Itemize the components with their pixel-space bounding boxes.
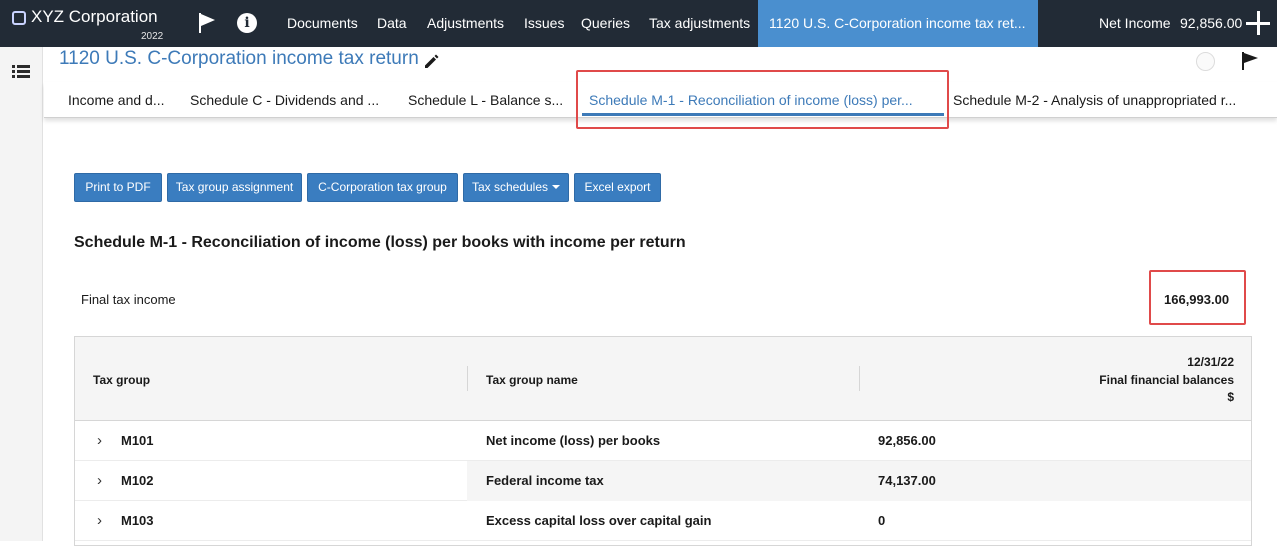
column-divider <box>467 366 468 391</box>
page-title: 1120 U.S. C-Corporation income tax retur… <box>59 48 419 69</box>
table-row[interactable]: › M103 Excess capital loss over capital … <box>75 501 1251 541</box>
company-name: XYZ Corporation <box>31 7 158 26</box>
excel-export-button[interactable]: Excel export <box>574 173 661 202</box>
tax-group-code: M101 <box>121 433 154 448</box>
company-icon <box>12 11 26 25</box>
page-title-area: 1120 U.S. C-Corporation income tax retur… <box>59 48 439 74</box>
add-icon[interactable] <box>1246 11 1270 35</box>
flag-icon[interactable] <box>197 12 217 34</box>
edit-pencil-icon[interactable] <box>423 52 441 70</box>
list-icon[interactable] <box>12 65 30 79</box>
table-row[interactable]: › M101 Net income (loss) per books 92,85… <box>75 421 1251 461</box>
column-header-currency: $ <box>1227 390 1234 404</box>
net-income-label: Net Income <box>1099 15 1171 31</box>
nav-data[interactable]: Data <box>377 0 407 47</box>
column-header-tax-group[interactable]: Tax group <box>93 373 150 387</box>
chevron-right-icon[interactable]: › <box>97 432 102 449</box>
tab-schedule-m2[interactable]: Schedule M-2 - Analysis of unappropriate… <box>953 92 1236 108</box>
chevron-right-icon[interactable]: › <box>97 472 102 489</box>
schedule-heading: Schedule M-1 - Reconciliation of income … <box>74 234 686 251</box>
tab-schedule-l[interactable]: Schedule L - Balance s... <box>408 92 563 108</box>
c-corporation-tax-group-button[interactable]: C-Corporation tax group <box>307 173 458 202</box>
table-header: Tax group Tax group name 12/31/22 Final … <box>75 337 1251 421</box>
nav-adjustments[interactable]: Adjustments <box>427 0 504 47</box>
tax-group-table: Tax group Tax group name 12/31/22 Final … <box>74 336 1252 546</box>
left-rail <box>0 47 43 541</box>
flag-icon[interactable] <box>1240 51 1260 71</box>
company-selector[interactable]: XYZ Corporation 2022 <box>10 7 170 43</box>
tax-group-value: 74,137.00 <box>878 473 936 488</box>
tax-group-code: M103 <box>121 513 154 528</box>
tax-group-value: 92,856.00 <box>878 433 936 448</box>
nav-issues[interactable]: Issues <box>524 0 564 47</box>
top-bar: XYZ Corporation 2022 i Documents Data Ad… <box>0 0 1277 47</box>
tax-group-assignment-button[interactable]: Tax group assignment <box>167 173 302 202</box>
nav-active-document[interactable]: 1120 U.S. C-Corporation income tax ret..… <box>758 0 1038 47</box>
net-income-value: 92,856.00 <box>1180 15 1243 31</box>
column-divider <box>859 366 860 391</box>
tab-schedule-c[interactable]: Schedule C - Dividends and ... <box>190 92 379 108</box>
nav-tax-adjustments[interactable]: Tax adjustments <box>649 0 750 47</box>
caret-down-icon <box>552 185 561 189</box>
column-header-tax-group-name[interactable]: Tax group name <box>486 373 578 387</box>
highlight-box <box>576 70 949 129</box>
tax-schedules-label: Tax schedules <box>471 180 549 194</box>
final-tax-income-label: Final tax income <box>81 292 176 307</box>
tax-group-name: Federal income tax <box>486 473 604 488</box>
highlight-box <box>1149 270 1246 325</box>
nav-queries[interactable]: Queries <box>581 0 630 47</box>
chevron-right-icon[interactable]: › <box>97 512 102 529</box>
tab-income[interactable]: Income and d... <box>68 92 165 108</box>
table-row[interactable]: › M102 Federal income tax 74,137.00 <box>75 461 1251 501</box>
print-to-pdf-button[interactable]: Print to PDF <box>74 173 162 202</box>
tax-group-code: M102 <box>121 473 154 488</box>
company-year: 2022 <box>141 31 164 42</box>
tax-group-name: Net income (loss) per books <box>486 433 661 448</box>
status-circle-icon[interactable] <box>1196 52 1215 71</box>
nav-documents[interactable]: Documents <box>287 0 358 47</box>
column-header-balances[interactable]: Final financial balances <box>1099 373 1234 387</box>
tax-schedules-button[interactable]: Tax schedules <box>463 173 569 202</box>
info-icon[interactable]: i <box>237 13 257 33</box>
column-header-date: 12/31/22 <box>1187 355 1234 369</box>
tax-group-name: Excess capital loss over capital gain <box>486 513 712 528</box>
tax-group-value: 0 <box>878 513 886 528</box>
